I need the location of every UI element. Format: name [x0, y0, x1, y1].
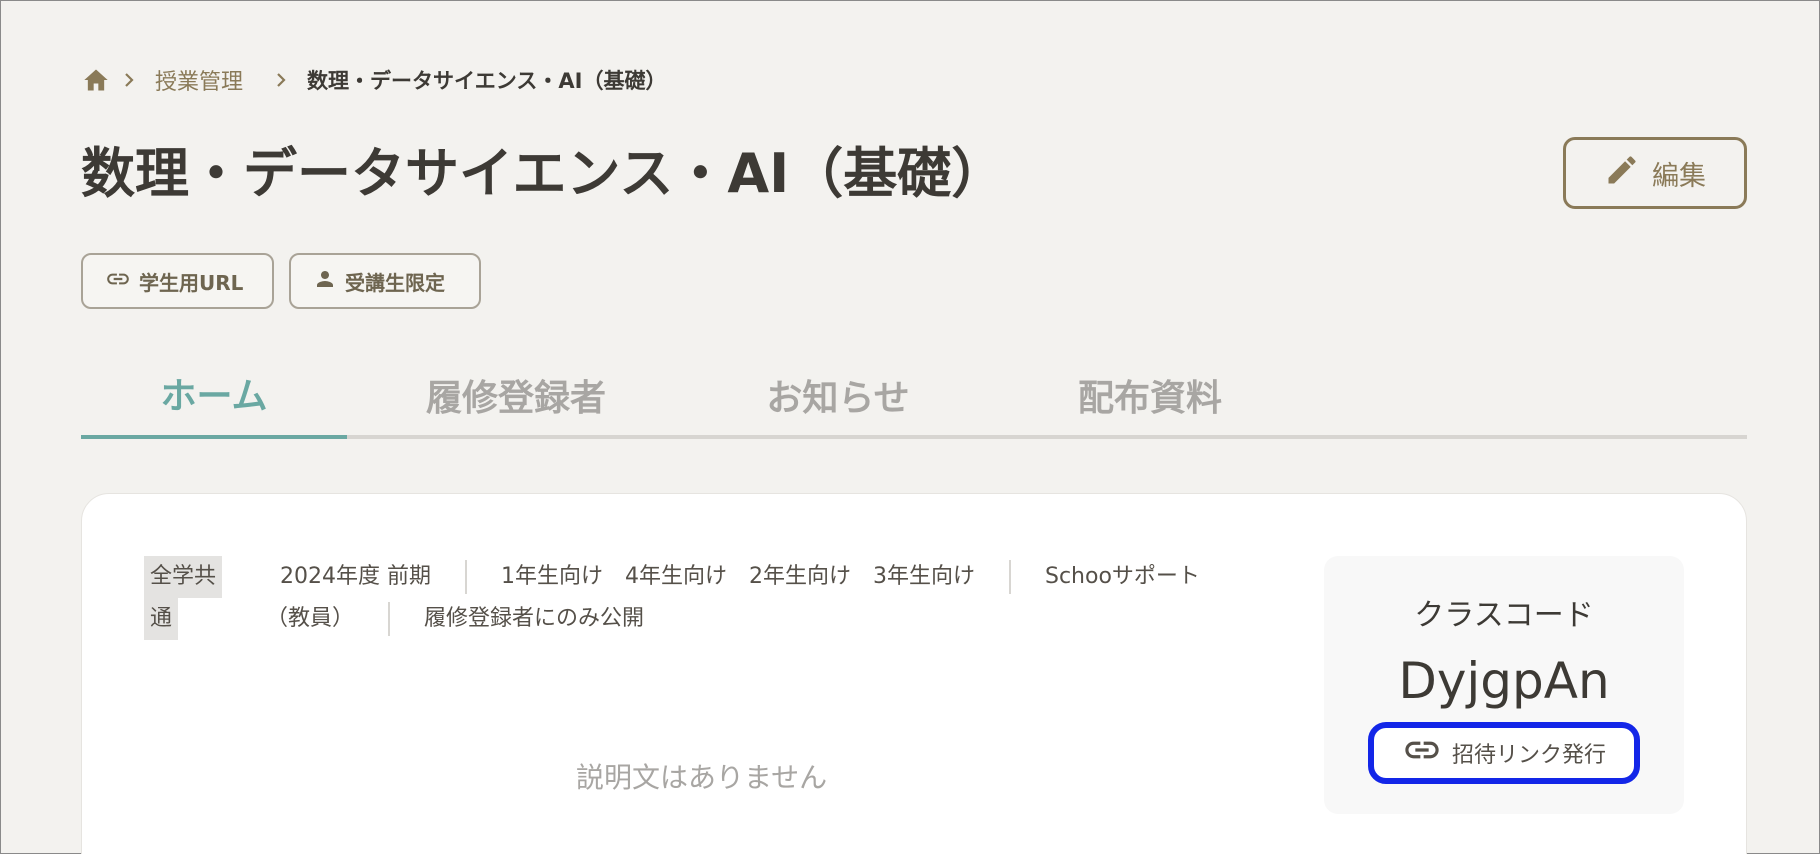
grade-tag: 1年生向け — [501, 564, 603, 589]
page-title: 数理・データサイエンス・AI（基礎） — [81, 142, 1006, 205]
term-label: 2024年度 前期 — [280, 564, 431, 589]
chevron-right-icon — [263, 72, 299, 88]
breadcrumb-current: 数理・データサイエンス・AI（基礎） — [307, 69, 667, 93]
edit-button-label: 編集 — [1652, 160, 1706, 191]
person-icon — [313, 267, 337, 296]
tab-home[interactable]: ホーム — [81, 351, 347, 439]
category-tag-continued: 通 — [144, 598, 179, 640]
breadcrumb: 授業管理 数理・データサイエンス・AI（基礎） — [81, 59, 666, 101]
divider — [388, 602, 391, 636]
chevron-right-icon — [111, 72, 147, 88]
breadcrumb-link-course-management[interactable]: 授業管理 — [155, 64, 243, 96]
student-url-label: 学生用URL — [139, 270, 244, 295]
description-empty: 説明文はありません — [576, 761, 828, 794]
restricted-label: 受講生限定 — [345, 270, 445, 295]
link-icon — [1402, 730, 1442, 776]
grade-tag: 2年生向け — [749, 564, 851, 589]
course-meta: 全学共 2024年度 前期 1年生向け 4年生向け 2年生向け 3年生向け Sc… — [144, 556, 1324, 640]
tab-materials[interactable]: 配布資料 — [991, 351, 1309, 439]
course-info-card: 全学共 2024年度 前期 1年生向け 4年生向け 2年生向け 3年生向け Sc… — [81, 493, 1747, 854]
divider — [1009, 560, 1011, 594]
class-code-value: DyjgpAn — [1398, 652, 1610, 710]
class-code-panel: クラスコード DyjgpAn 招待リンク発行 — [1324, 556, 1684, 814]
visibility-label: 履修登録者にのみ公開 — [424, 606, 645, 631]
student-url-button[interactable]: 学生用URL — [81, 253, 274, 309]
tab-announcements[interactable]: お知らせ — [685, 351, 991, 439]
support-label: Schooサポート — [1045, 564, 1200, 589]
divider — [465, 560, 467, 594]
link-icon — [105, 266, 131, 297]
tab-enrolled-students[interactable]: 履修登録者 — [347, 351, 685, 439]
invite-link-button[interactable]: 招待リンク発行 — [1368, 722, 1640, 784]
grade-tag: 4年生向け — [625, 564, 727, 589]
category-tag: 全学共 — [144, 556, 223, 598]
invite-link-label: 招待リンク発行 — [1451, 743, 1606, 768]
grade-tag: 3年生向け — [873, 564, 975, 589]
pencil-icon — [1604, 152, 1640, 195]
class-code-label: クラスコード — [1414, 598, 1594, 633]
edit-button[interactable]: 編集 — [1563, 137, 1747, 209]
support-label-continued: （教員） — [266, 606, 355, 631]
home-icon[interactable] — [81, 65, 111, 95]
restricted-badge[interactable]: 受講生限定 — [289, 253, 481, 309]
tab-bar: ホーム 履修登録者 お知らせ 配布資料 — [81, 351, 1747, 439]
